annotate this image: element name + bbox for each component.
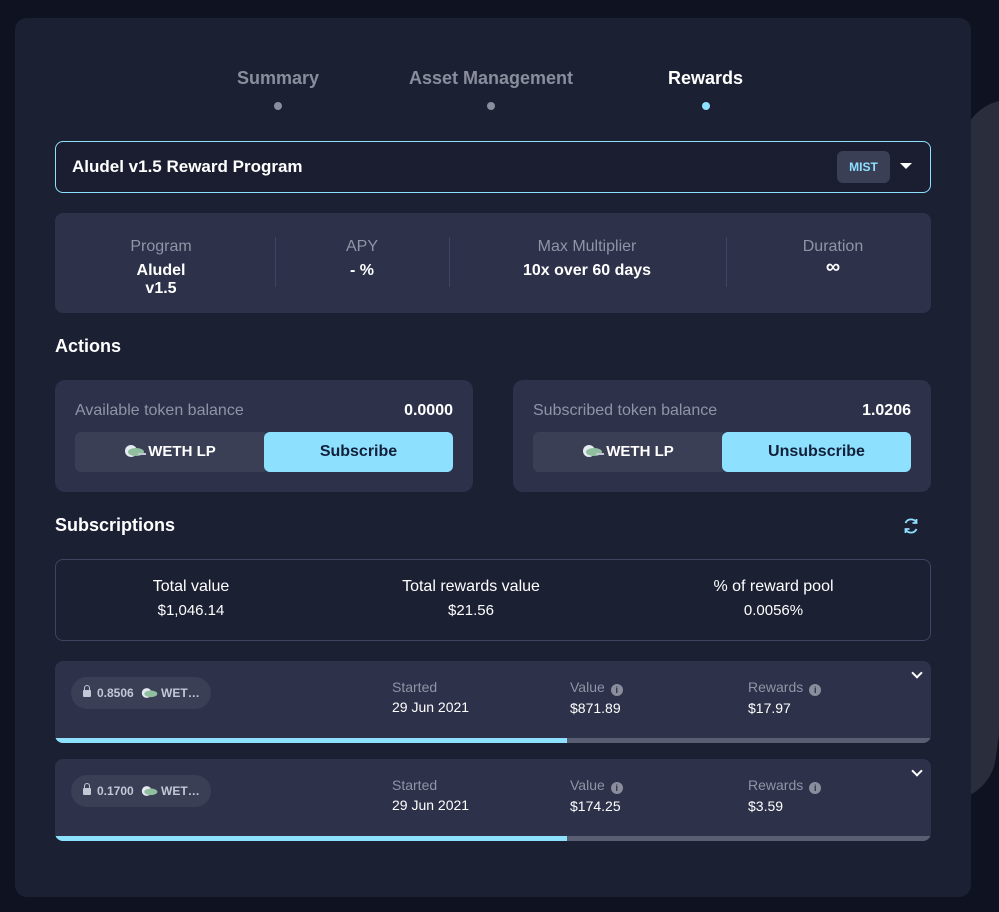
stake-token: WET…	[161, 686, 200, 700]
chevron-down-icon[interactable]	[911, 667, 923, 679]
subscriptions-title: Subscriptions	[55, 515, 176, 535]
stake-amount: 0.1700	[97, 784, 134, 798]
total-label: Total rewards value	[402, 578, 540, 595]
divider	[275, 237, 276, 287]
tab-label: Asset Management	[409, 68, 574, 88]
info-icon[interactable]: i	[809, 684, 822, 696]
started-label: Started	[392, 679, 438, 695]
started-date: 29 Jun 2021	[392, 699, 470, 715]
subscribed-balance-value: 1.0206	[862, 402, 911, 419]
rewards-label: Rewards	[748, 679, 804, 695]
stat-max-multiplier: Max Multiplier 10x over 60 days	[507, 238, 667, 280]
stat-apy: APY - %	[327, 238, 397, 280]
stake-amount: 0.8506	[97, 686, 134, 700]
tab-label: Summary	[237, 68, 320, 88]
stat-value: - %	[350, 262, 374, 279]
tab-summary[interactable]: Summary	[237, 68, 319, 110]
program-select[interactable]: Aludel v1.5 Reward Program MIST	[55, 141, 931, 193]
value-column: Value i $174.25	[570, 777, 623, 814]
rewards-label: Rewards	[748, 777, 804, 793]
lock-icon	[83, 783, 91, 795]
rewards-amount: $3.59	[748, 798, 784, 814]
program-select-label: Aludel v1.5 Reward Program	[72, 157, 303, 176]
rewards-column: Rewards i $3.59	[748, 777, 822, 814]
subscription-totals: Total value $1,046.14 Total rewards valu…	[55, 559, 931, 641]
total-amount: $1,046.14	[157, 602, 225, 619]
rewards-card: Summary Asset Management Rewards Aludel …	[15, 18, 971, 897]
started-date: 29 Jun 2021	[392, 797, 470, 813]
rewards-column: Rewards i $17.97	[748, 679, 822, 716]
started-column: Started 29 Jun 2021	[392, 777, 469, 813]
actions-title: Actions	[55, 336, 122, 356]
started-column: Started 29 Jun 2021	[392, 679, 469, 715]
info-icon[interactable]: i	[610, 782, 623, 794]
stat-label: APY	[345, 238, 378, 255]
token-label: WETH LP	[606, 443, 674, 460]
weth-lp-icon	[583, 445, 605, 457]
tab-indicator-dot	[487, 102, 496, 110]
infinity-icon: ∞	[825, 256, 841, 278]
value-amount: $174.25	[570, 798, 621, 814]
tab-indicator-dot	[701, 102, 710, 110]
stake-pill: 0.8506 WET…	[71, 677, 211, 709]
divider	[449, 237, 450, 287]
value-label: Value	[570, 777, 605, 793]
weth-lp-icon	[141, 688, 158, 698]
subscription-row[interactable]: 0.1700 WET… Started 29 Jun 2021 Value i $…	[55, 759, 931, 841]
rewards-amount: $17.97	[748, 700, 791, 716]
value-amount: $871.89	[570, 700, 621, 716]
info-icon[interactable]: i	[809, 782, 822, 794]
lock-icon	[83, 685, 91, 697]
available-balance-label: Available token balance	[75, 402, 244, 419]
subscribe-panel: Available token balance 0.0000 WETH LP S…	[55, 380, 473, 492]
progress-fill	[55, 738, 568, 743]
value-column: Value i $871.89	[570, 679, 623, 716]
refresh-icon[interactable]	[901, 516, 921, 536]
started-label: Started	[392, 777, 438, 793]
weth-lp-icon	[141, 786, 158, 796]
stake-pill: 0.1700 WET…	[71, 775, 211, 807]
total-amount: $21.56	[448, 602, 494, 619]
progress-fill	[55, 836, 568, 841]
token-selector[interactable]: WETH LP	[533, 432, 723, 472]
program-stats: Program Aludel v1.5 APY - % Max Multipli…	[55, 213, 931, 313]
reward-pool-share: % of reward pool 0.0056%	[686, 578, 861, 619]
subscribe-button[interactable]: Subscribe	[264, 432, 453, 472]
subscribed-balance-label: Subscribed token balance	[533, 402, 718, 419]
stat-label: Duration	[802, 238, 864, 255]
reward-token-badge: MIST	[837, 151, 890, 183]
value-label: Value	[570, 679, 605, 695]
total-amount: 0.0056%	[743, 602, 804, 619]
total-value: Total value $1,046.14	[116, 578, 266, 619]
total-label: Total value	[152, 578, 230, 595]
divider	[726, 237, 727, 287]
unsubscribe-panel: Subscribed token balance 1.0206 WETH LP …	[513, 380, 931, 492]
stake-token: WET…	[161, 784, 200, 798]
available-balance-value: 0.0000	[404, 402, 453, 419]
tab-indicator-dot	[274, 102, 283, 110]
subscription-row[interactable]: 0.8506 WET… Started 29 Jun 2021 Value i $…	[55, 661, 931, 743]
stat-value: 10x over 60 days	[522, 262, 652, 279]
stat-program: Program Aludel v1.5	[119, 238, 203, 298]
token-label: WETH LP	[148, 443, 216, 460]
tab-asset-management[interactable]: Asset Management	[409, 68, 573, 110]
stat-label: Max Multiplier	[537, 238, 637, 255]
tab-label: Rewards	[668, 68, 744, 88]
info-icon[interactable]: i	[610, 684, 623, 696]
stat-duration: Duration ∞	[793, 238, 873, 278]
unsubscribe-button[interactable]: Unsubscribe	[722, 432, 911, 472]
caret-down-icon[interactable]	[900, 163, 912, 169]
stat-value: Aludel v1.5	[136, 262, 186, 297]
tab-rewards[interactable]: Rewards	[668, 68, 743, 110]
stat-label: Program	[130, 238, 192, 255]
tab-bar: Summary Asset Management Rewards	[15, 68, 971, 128]
total-rewards-value: Total rewards value $21.56	[376, 578, 566, 619]
total-label: % of reward pool	[713, 578, 834, 595]
token-selector[interactable]: WETH LP	[75, 432, 265, 472]
weth-lp-icon	[125, 445, 147, 457]
chevron-down-icon[interactable]	[911, 765, 923, 777]
